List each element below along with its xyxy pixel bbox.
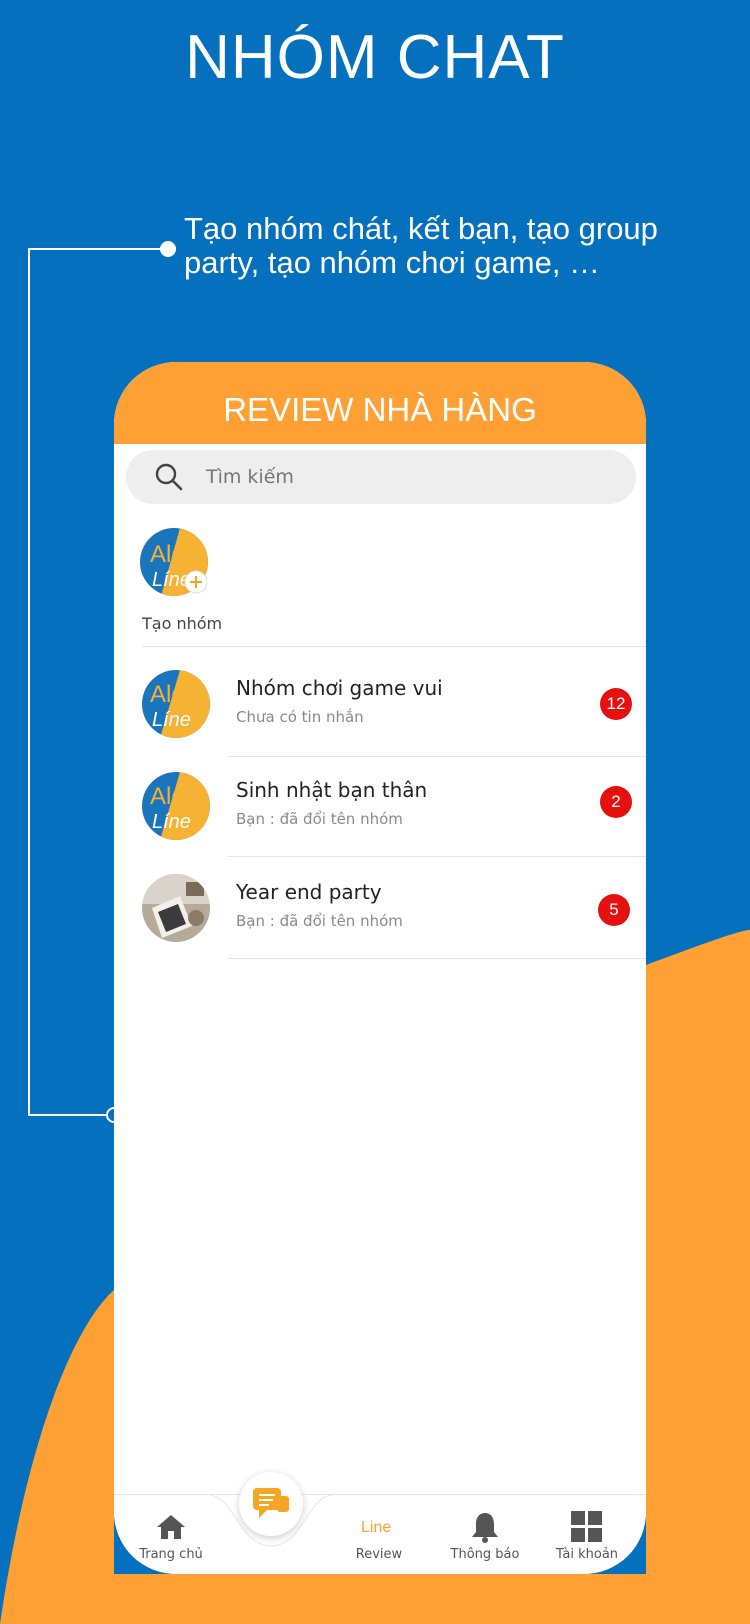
chat-list-item[interactable]: Alo Líne Nhóm chơi game vui Chưa có tin …: [114, 652, 646, 752]
chat-list-item[interactable]: Year end party Bạn : đã đổi tên nhóm 5: [114, 856, 646, 956]
plus-icon: [184, 570, 208, 594]
tab-label: Thông báo: [450, 1547, 520, 1562]
search-icon: [155, 463, 183, 491]
app-header-title: REVIEW NHÀ HÀNG: [114, 362, 646, 444]
alo-line-logo: Alo Líne: [142, 670, 210, 738]
feature-caption: Tạo nhóm chát, kết bạn, tạo group party,…: [184, 211, 658, 280]
alo-line-logo: Alo Líne: [142, 772, 210, 840]
search-bar[interactable]: [126, 450, 636, 504]
bell-icon: [472, 1513, 498, 1543]
chat-preview: Chưa có tin nhắn: [236, 708, 364, 726]
logo-text-line: Líne: [152, 709, 191, 731]
tab-review[interactable]: Line Review: [334, 1495, 424, 1574]
page-headline: NHÓM CHAT: [185, 23, 565, 92]
logo-text-line: Líne: [152, 811, 191, 833]
line-logo-text: Line: [361, 1519, 391, 1536]
tab-notifications[interactable]: Thông báo: [440, 1495, 530, 1574]
tab-label: Trang chủ: [139, 1547, 203, 1562]
chat-list-item[interactable]: Alo Líne Sinh nhật bạn thân Bạn : đã đổi…: [114, 754, 646, 854]
divider: [142, 646, 646, 647]
grid-icon: [571, 1511, 602, 1542]
unread-badge: 2: [600, 786, 632, 818]
party-photo-avatar: [142, 874, 210, 942]
unread-badge: 12: [600, 688, 632, 720]
line-logo-icon: Line: [361, 1519, 391, 1536]
divider: [228, 958, 646, 959]
chat-center-button[interactable]: [239, 1472, 303, 1536]
unread-badge: 5: [598, 894, 630, 926]
tab-home[interactable]: Trang chủ: [126, 1495, 216, 1574]
chat-name: Sinh nhật bạn thân: [236, 778, 428, 802]
bottom-tab-bar: Trang chủ Line Review Thông báo Tài khoả…: [114, 1494, 646, 1574]
logo-text-alo: Alo: [150, 783, 185, 810]
home-icon: [157, 1515, 185, 1539]
tab-label: Review: [355, 1547, 403, 1562]
chat-name: Nhóm chơi game vui: [236, 676, 443, 700]
chat-preview: Bạn : đã đổi tên nhóm: [236, 912, 403, 930]
chat-name: Year end party: [236, 880, 382, 904]
phone-mockup: REVIEW NHÀ HÀNG Alo Líne Tạo nhóm: [114, 362, 646, 1574]
chat-bubble-icon: [253, 1488, 289, 1518]
logo-text-alo: Alo: [150, 681, 185, 708]
create-group-label: Tạo nhóm: [142, 614, 223, 633]
tab-label: Tài khoản: [555, 1547, 619, 1562]
search-input[interactable]: [206, 450, 586, 504]
logo-text-alo: Alo: [150, 541, 185, 568]
tab-account[interactable]: Tài khoản: [542, 1495, 632, 1574]
chat-preview: Bạn : đã đổi tên nhóm: [236, 810, 403, 828]
